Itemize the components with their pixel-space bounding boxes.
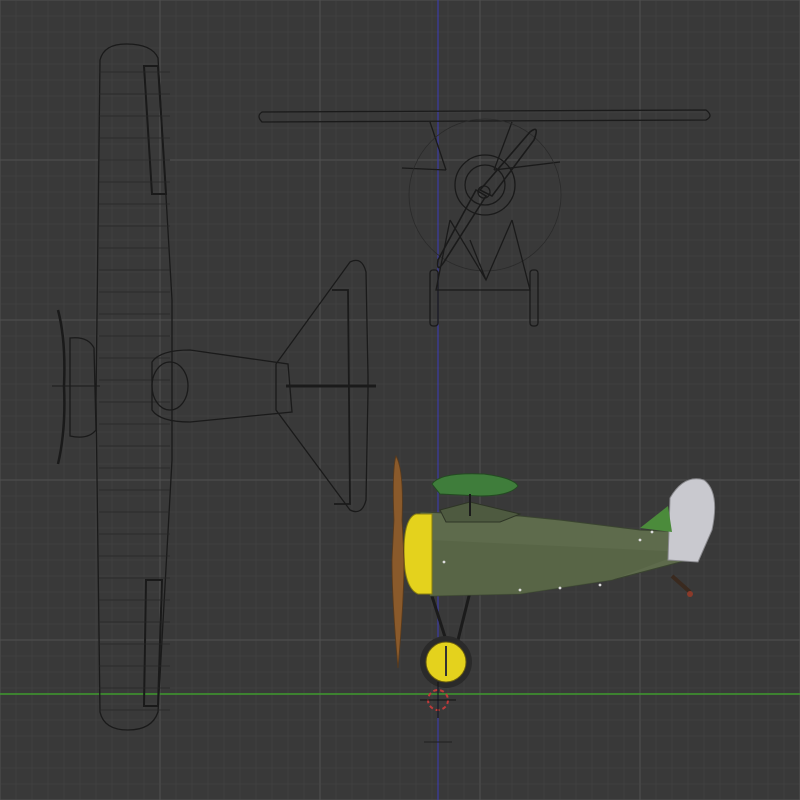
blueprint-elevator [332,289,351,505]
model-propeller [391,454,405,669]
blueprint-engine [69,337,97,438]
blueprint-undercarriage [435,219,531,291]
model-tail-skid [670,574,692,594]
blueprint-aileron-bottom [142,579,164,707]
blueprint-propeller [56,309,66,465]
blueprint-wing-ribs [99,71,170,711]
biplane-side-view[interactable] [391,454,716,688]
blueprint-fuselage [151,349,293,423]
3d-viewport[interactable] [0,0,800,800]
blueprint-aileron-top [142,65,168,195]
blueprint-cockpit [151,361,189,411]
model-rudder [667,478,716,563]
model-cockpit [439,501,522,523]
blueprint-wheel-left [429,269,439,327]
viewport-canvas[interactable] [0,0,800,800]
top-view-blueprint[interactable] [52,43,376,731]
blueprint-wheel-right [529,269,539,327]
model-cowling [403,513,433,595]
model-tail-skid-end [687,591,693,597]
model-upper-wing [431,473,519,497]
